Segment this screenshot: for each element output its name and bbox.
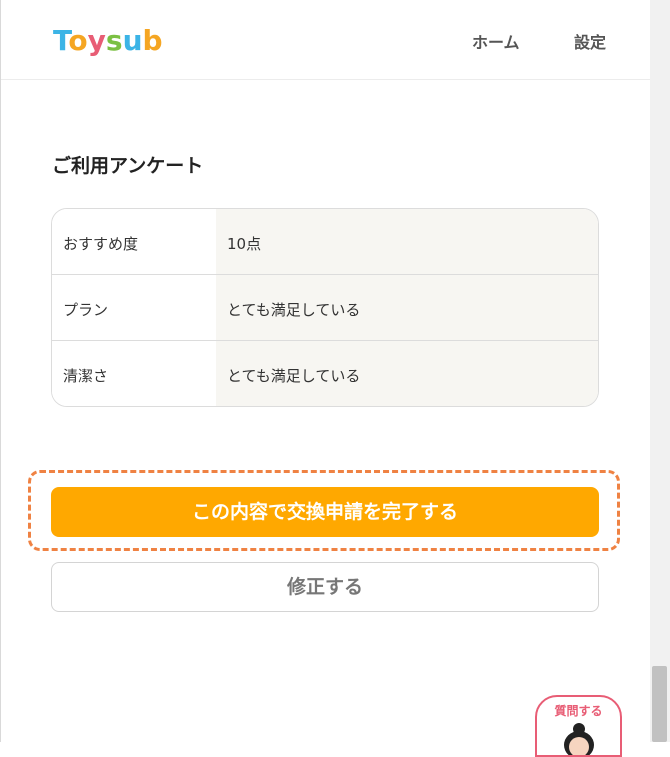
row-label-plan: プラン (63, 301, 109, 319)
row-label-cleanliness: 清潔さ (63, 367, 109, 385)
submit-exchange-button[interactable]: この内容で交換申請を完了する (51, 487, 599, 537)
table-row: 清潔さ とても満足している (52, 341, 598, 406)
ask-question-button[interactable]: 質問する (535, 695, 622, 757)
value-cell (216, 209, 598, 274)
site-header: Toysub! ホーム 設定 (1, 0, 650, 80)
row-value-cleanliness: とても満足している (227, 367, 361, 385)
window-left-edge (0, 0, 1, 742)
survey-title: ご利用アンケート (52, 155, 204, 177)
support-avatar-icon (564, 723, 594, 755)
survey-table: おすすめ度 10点 プラン とても満足している 清潔さ とても満足している (51, 208, 599, 407)
table-row: プラン とても満足している (52, 275, 598, 341)
nav-settings[interactable]: 設定 (574, 29, 606, 53)
edit-button[interactable]: 修正する (51, 562, 599, 612)
nav-home[interactable]: ホーム (472, 29, 520, 53)
svg-text:Toysub!: Toysub! (53, 24, 163, 57)
table-row: おすすめ度 10点 (52, 209, 598, 275)
scrollbar-track[interactable] (650, 0, 670, 742)
scrollbar-thumb[interactable] (652, 666, 667, 742)
row-value-recommend: 10点 (227, 235, 262, 253)
row-label-recommend: おすすめ度 (63, 235, 139, 253)
toysub-logo[interactable]: Toysub! (53, 20, 163, 60)
row-value-plan: とても満足している (227, 301, 361, 319)
